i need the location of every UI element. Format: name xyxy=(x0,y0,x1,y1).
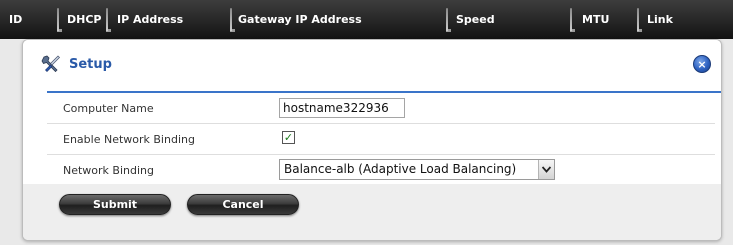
column-header-mtu[interactable]: MTU xyxy=(582,0,609,39)
column-header-dhcp[interactable]: DHCP xyxy=(67,0,101,39)
column-header-speed[interactable]: Speed xyxy=(456,0,495,39)
column-header-ip-address[interactable]: IP Address xyxy=(117,0,183,39)
dialog-title-bar: Setup × xyxy=(23,40,721,92)
enable-binding-label: Enable Network Binding xyxy=(63,133,195,146)
computer-name-field-wrap xyxy=(279,98,405,118)
dialog-title: Setup xyxy=(69,57,112,72)
enable-binding-checkbox[interactable]: ✓ xyxy=(282,131,295,144)
column-separator xyxy=(637,8,642,32)
column-header-link[interactable]: Link xyxy=(647,0,673,39)
column-separator xyxy=(446,8,451,32)
cancel-button[interactable]: Cancel xyxy=(187,194,299,215)
column-separator xyxy=(570,8,575,32)
column-separator xyxy=(106,8,111,32)
column-separator xyxy=(57,8,62,32)
table-header: ID DHCP IP Address Gateway IP Address Sp… xyxy=(0,0,733,39)
form-row-enable-binding: Enable Network Binding ✓ xyxy=(47,124,715,155)
column-header-id[interactable]: ID xyxy=(9,0,22,39)
chevron-down-icon[interactable] xyxy=(538,160,554,179)
column-header-gateway-ip[interactable]: Gateway IP Address xyxy=(238,0,362,39)
setup-form: Computer Name Enable Network Binding ✓ N… xyxy=(47,93,715,186)
form-row-network-binding: Network Binding Balance-alb (Adaptive Lo… xyxy=(47,155,715,186)
network-binding-selected-value: Balance-alb (Adaptive Load Balancing) xyxy=(284,162,517,176)
tools-icon xyxy=(41,54,61,74)
close-icon[interactable]: × xyxy=(693,55,711,73)
setup-dialog: Setup × Computer Name Enable Network Bin… xyxy=(22,39,722,241)
dialog-footer: Submit Cancel xyxy=(23,184,721,240)
computer-name-label: Computer Name xyxy=(63,102,154,115)
computer-name-input[interactable] xyxy=(279,98,405,118)
network-binding-select[interactable]: Balance-alb (Adaptive Load Balancing) xyxy=(279,159,555,180)
submit-button[interactable]: Submit xyxy=(59,194,171,215)
network-binding-field-wrap: Balance-alb (Adaptive Load Balancing) xyxy=(279,159,555,180)
form-row-computer-name: Computer Name xyxy=(47,93,715,124)
column-separator xyxy=(230,8,235,32)
network-binding-label: Network Binding xyxy=(63,164,154,177)
